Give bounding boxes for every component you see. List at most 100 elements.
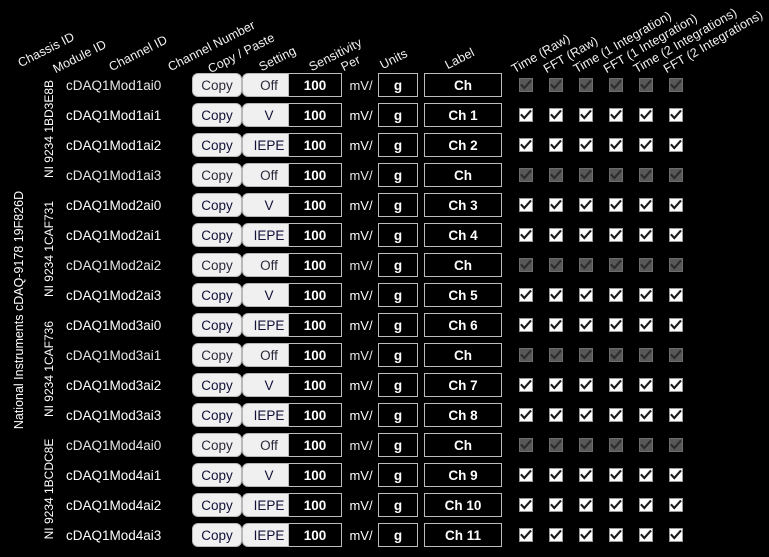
checkbox-fft-raw[interactable] — [549, 348, 563, 362]
label-input[interactable]: Ch 6 — [424, 313, 502, 337]
checkbox-time-2-integrations[interactable] — [639, 318, 653, 332]
copy-button[interactable]: Copy — [192, 403, 242, 427]
checkbox-fft-2-integrations[interactable] — [669, 78, 683, 92]
checkbox-time-raw[interactable] — [519, 258, 533, 272]
label-input[interactable]: Ch — [424, 433, 502, 457]
checkbox-time-2-integrations[interactable] — [639, 378, 653, 392]
units-input[interactable]: g — [378, 313, 418, 337]
checkbox-fft-raw[interactable] — [549, 108, 563, 122]
checkbox-time-raw[interactable] — [519, 228, 533, 242]
checkbox-time-2-integrations[interactable] — [639, 138, 653, 152]
checkbox-time-1-integration[interactable] — [579, 468, 593, 482]
checkbox-fft-raw[interactable] — [549, 78, 563, 92]
checkbox-time-1-integration[interactable] — [579, 348, 593, 362]
checkbox-fft-raw[interactable] — [549, 378, 563, 392]
checkbox-fft-1-integration[interactable] — [609, 318, 623, 332]
units-input[interactable]: g — [378, 283, 418, 307]
copy-button[interactable]: Copy — [192, 493, 242, 517]
checkbox-time-2-integrations[interactable] — [639, 438, 653, 452]
checkbox-fft-raw[interactable] — [549, 498, 563, 512]
checkbox-time-1-integration[interactable] — [579, 408, 593, 422]
label-input[interactable]: Ch 5 — [424, 283, 502, 307]
label-input[interactable]: Ch — [424, 253, 502, 277]
label-input[interactable]: Ch 1 — [424, 103, 502, 127]
checkbox-time-raw[interactable] — [519, 198, 533, 212]
checkbox-fft-1-integration[interactable] — [609, 378, 623, 392]
checkbox-time-1-integration[interactable] — [579, 228, 593, 242]
units-input[interactable]: g — [378, 463, 418, 487]
sensitivity-input[interactable]: 100 — [288, 103, 342, 127]
checkbox-fft-1-integration[interactable] — [609, 468, 623, 482]
checkbox-fft-2-integrations[interactable] — [669, 138, 683, 152]
checkbox-fft-1-integration[interactable] — [609, 408, 623, 422]
checkbox-time-raw[interactable] — [519, 468, 533, 482]
checkbox-time-2-integrations[interactable] — [639, 498, 653, 512]
checkbox-time-2-integrations[interactable] — [639, 408, 653, 422]
copy-button[interactable]: Copy — [192, 133, 242, 157]
checkbox-fft-raw[interactable] — [549, 528, 563, 542]
checkbox-time-2-integrations[interactable] — [639, 228, 653, 242]
checkbox-fft-1-integration[interactable] — [609, 108, 623, 122]
checkbox-fft-2-integrations[interactable] — [669, 258, 683, 272]
checkbox-fft-1-integration[interactable] — [609, 528, 623, 542]
checkbox-time-2-integrations[interactable] — [639, 78, 653, 92]
sensitivity-input[interactable]: 100 — [288, 523, 342, 547]
sensitivity-input[interactable]: 100 — [288, 373, 342, 397]
checkbox-time-1-integration[interactable] — [579, 438, 593, 452]
sensitivity-input[interactable]: 100 — [288, 73, 342, 97]
checkbox-time-1-integration[interactable] — [579, 378, 593, 392]
units-input[interactable]: g — [378, 433, 418, 457]
copy-button[interactable]: Copy — [192, 433, 242, 457]
checkbox-time-raw[interactable] — [519, 108, 533, 122]
checkbox-fft-1-integration[interactable] — [609, 138, 623, 152]
sensitivity-input[interactable]: 100 — [288, 133, 342, 157]
checkbox-time-2-integrations[interactable] — [639, 108, 653, 122]
checkbox-fft-2-integrations[interactable] — [669, 528, 683, 542]
copy-button[interactable]: Copy — [192, 253, 242, 277]
checkbox-time-raw[interactable] — [519, 378, 533, 392]
units-input[interactable]: g — [378, 193, 418, 217]
checkbox-time-1-integration[interactable] — [579, 318, 593, 332]
label-input[interactable]: Ch — [424, 163, 502, 187]
checkbox-fft-1-integration[interactable] — [609, 78, 623, 92]
checkbox-fft-1-integration[interactable] — [609, 228, 623, 242]
label-input[interactable]: Ch 11 — [424, 523, 502, 547]
checkbox-time-2-integrations[interactable] — [639, 258, 653, 272]
checkbox-fft-raw[interactable] — [549, 198, 563, 212]
units-input[interactable]: g — [378, 373, 418, 397]
checkbox-fft-raw[interactable] — [549, 228, 563, 242]
copy-button[interactable]: Copy — [192, 523, 242, 547]
checkbox-fft-raw[interactable] — [549, 138, 563, 152]
units-input[interactable]: g — [378, 103, 418, 127]
checkbox-fft-1-integration[interactable] — [609, 288, 623, 302]
checkbox-fft-2-integrations[interactable] — [669, 198, 683, 212]
checkbox-time-2-integrations[interactable] — [639, 168, 653, 182]
checkbox-fft-2-integrations[interactable] — [669, 228, 683, 242]
checkbox-fft-2-integrations[interactable] — [669, 468, 683, 482]
checkbox-time-raw[interactable] — [519, 348, 533, 362]
sensitivity-input[interactable]: 100 — [288, 463, 342, 487]
checkbox-fft-2-integrations[interactable] — [669, 378, 683, 392]
checkbox-time-raw[interactable] — [519, 168, 533, 182]
copy-button[interactable]: Copy — [192, 283, 242, 307]
checkbox-fft-2-integrations[interactable] — [669, 498, 683, 512]
sensitivity-input[interactable]: 100 — [288, 193, 342, 217]
sensitivity-input[interactable]: 100 — [288, 433, 342, 457]
copy-button[interactable]: Copy — [192, 73, 242, 97]
copy-button[interactable]: Copy — [192, 373, 242, 397]
copy-button[interactable]: Copy — [192, 193, 242, 217]
units-input[interactable]: g — [378, 403, 418, 427]
checkbox-fft-raw[interactable] — [549, 408, 563, 422]
checkbox-time-1-integration[interactable] — [579, 78, 593, 92]
checkbox-fft-1-integration[interactable] — [609, 498, 623, 512]
checkbox-fft-raw[interactable] — [549, 168, 563, 182]
label-input[interactable]: Ch 10 — [424, 493, 502, 517]
checkbox-fft-raw[interactable] — [549, 258, 563, 272]
checkbox-fft-raw[interactable] — [549, 318, 563, 332]
sensitivity-input[interactable]: 100 — [288, 223, 342, 247]
copy-button[interactable]: Copy — [192, 163, 242, 187]
checkbox-time-raw[interactable] — [519, 408, 533, 422]
units-input[interactable]: g — [378, 133, 418, 157]
checkbox-time-1-integration[interactable] — [579, 258, 593, 272]
copy-button[interactable]: Copy — [192, 313, 242, 337]
